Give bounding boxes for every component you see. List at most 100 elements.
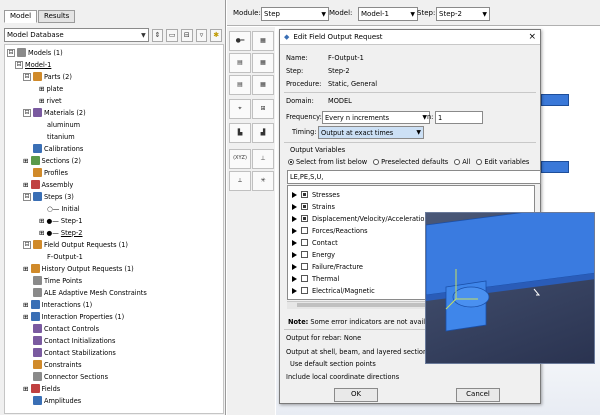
query-icon[interactable]: ✳ — [252, 171, 274, 191]
frequency-select[interactable]: Every n increments ▼ — [322, 111, 430, 124]
cancel-button[interactable]: Cancel — [456, 388, 500, 402]
collapse-icon[interactable]: ⊟ — [23, 72, 31, 81]
variable-group-row[interactable]: Stresses — [292, 189, 340, 200]
tree-node-assembly[interactable]: ⊞ Assembly — [23, 179, 73, 190]
checkbox[interactable] — [301, 191, 308, 198]
tree-node-history-output-requests[interactable]: ⊞ History Output Requests (1) — [23, 263, 134, 274]
partition-icon[interactable]: ⟂ — [229, 171, 251, 191]
tree-node-contact-stabilizations[interactable]: Contact Stabilizations — [33, 347, 116, 358]
checkbox[interactable] — [301, 227, 308, 234]
tree-node-interactions[interactable]: ⊞ Interactions (1) — [23, 299, 92, 310]
ok-button[interactable]: OK — [334, 388, 378, 402]
collapse-icon[interactable]: ⊟ — [181, 28, 193, 42]
radio-all[interactable]: All — [454, 158, 470, 166]
tree-node-models[interactable]: ⊟ Models (1) — [7, 47, 63, 58]
tree-node-titanium[interactable]: titanium — [47, 131, 75, 142]
expand-arrow-icon[interactable] — [292, 287, 297, 294]
tree-node-interaction-properties[interactable]: ⊞ Interaction Properties (1) — [23, 311, 124, 322]
collapse-icon[interactable]: ⊟ — [23, 108, 31, 117]
expand-arrow-icon[interactable] — [292, 263, 297, 270]
tab-model[interactable]: Model — [4, 10, 38, 23]
controls-icon[interactable]: ▙ — [229, 123, 251, 143]
checkbox[interactable] — [301, 263, 308, 270]
variable-group-row[interactable]: Energy — [292, 249, 335, 260]
expand-icon[interactable]: ⊞ — [39, 217, 45, 225]
tree-node-calibrations[interactable]: Calibrations — [33, 143, 83, 154]
solver-controls-icon[interactable]: ▟ — [252, 123, 274, 143]
mesh-domain-icon[interactable]: ⊞ — [252, 99, 274, 119]
variable-group-row[interactable]: Thermal — [292, 273, 339, 284]
tree-node-parts[interactable]: ⊟ Parts (2) — [23, 71, 72, 82]
collapse-icon[interactable]: ⊟ — [23, 240, 31, 249]
filter-icon[interactable]: ▿ — [195, 28, 208, 42]
expand-icon[interactable]: ⊞ — [39, 229, 45, 237]
model-selector[interactable]: Model-1 ▼ — [358, 7, 418, 21]
tree-node-sections[interactable]: ⊞ Sections (2) — [23, 155, 81, 166]
tree-node-profiles[interactable]: Profiles — [33, 167, 68, 178]
lightbulb-icon[interactable]: ✱ — [210, 28, 222, 42]
checkbox[interactable] — [301, 239, 308, 246]
tree-node-field-output-requests[interactable]: ⊟ Field Output Requests (1) — [23, 239, 128, 250]
checkbox[interactable] — [301, 287, 308, 294]
checkbox[interactable] — [301, 251, 308, 258]
expand-arrow-icon[interactable] — [292, 251, 297, 258]
variable-group-row[interactable]: Strains — [292, 201, 335, 212]
radio-preselected-defaults[interactable]: Preselected defaults — [373, 158, 448, 166]
expand-arrow-icon[interactable] — [292, 203, 297, 210]
expand-arrow-icon[interactable] — [292, 227, 297, 234]
variable-group-row[interactable]: Forces/Reactions — [292, 225, 368, 236]
tree-node-plate[interactable]: ⊞ plate — [39, 83, 63, 94]
tree-node-ale-adaptive-mesh[interactable]: ALE Adaptive Mesh Constraints — [33, 287, 147, 298]
expand-arrow-icon[interactable] — [292, 275, 297, 282]
expand-arrow-icon[interactable] — [292, 239, 297, 246]
expand-icon[interactable]: ⊞ — [23, 181, 29, 189]
collapse-icon[interactable]: ⊟ — [15, 60, 23, 69]
adaptive-mesh-icon[interactable]: ⌖ — [229, 99, 251, 119]
tree-node-fields[interactable]: ⊞ Fields — [23, 383, 60, 394]
variable-group-row[interactable]: Contact — [292, 237, 338, 248]
expand-icon[interactable]: ⇕ — [151, 28, 164, 42]
expand-icon[interactable]: ⊞ — [23, 313, 29, 321]
tree-node-time-points[interactable]: Time Points — [33, 275, 82, 286]
expand-icon[interactable]: ⊞ — [23, 265, 29, 273]
expand-arrow-icon[interactable] — [292, 191, 297, 198]
tree-node-contact-controls[interactable]: Contact Controls — [33, 323, 99, 334]
tree-node-amplitudes[interactable]: Amplitudes — [33, 395, 81, 406]
expand-icon[interactable]: ⊞ — [39, 85, 45, 93]
tree-node-step-1[interactable]: ⊞ ●— Step-1 — [39, 215, 82, 226]
variable-group-row[interactable]: Electrical/Magnetic — [292, 285, 375, 296]
collapse-icon[interactable]: ⊟ — [7, 48, 15, 57]
variables-text-field[interactable]: LE,PE,S,U, — [287, 170, 541, 184]
history-output-create-icon[interactable]: ▤ — [229, 75, 251, 95]
tree-node-f-output-1[interactable]: F-Output-1 — [47, 251, 83, 262]
history-output-manager-icon[interactable]: ▦ — [252, 75, 274, 95]
datum-csys-icon[interactable]: (XYZ) — [229, 149, 251, 169]
tab-results[interactable]: Results — [38, 10, 76, 23]
module-selector[interactable]: Step ▼ — [261, 7, 329, 21]
variable-group-row[interactable]: Failure/Fracture — [292, 261, 363, 272]
step-table-icon[interactable]: ▦ — [252, 31, 274, 51]
expand-icon[interactable]: ⊞ — [23, 385, 29, 393]
radio-select-from-list[interactable]: Select from list below — [288, 158, 367, 166]
checkbox[interactable] — [301, 215, 308, 222]
tree-node-initial[interactable]: ○— Initial — [47, 203, 80, 214]
close-icon[interactable]: × — [528, 32, 536, 42]
checkbox[interactable] — [301, 203, 308, 210]
folder-icon[interactable]: ▭ — [166, 28, 179, 42]
tree-node-model-1[interactable]: ⊟ Model-1 — [15, 59, 51, 70]
field-output-create-icon[interactable]: ▤ — [229, 53, 251, 73]
tree-node-aluminum[interactable]: aluminum — [47, 119, 80, 130]
radio-edit-variables[interactable]: Edit variables — [476, 158, 529, 166]
tree-node-contact-initializations[interactable]: Contact Initializations — [33, 335, 115, 346]
tree-node-connector-sections[interactable]: Connector Sections — [33, 371, 108, 382]
timing-select[interactable]: Output at exact times ▼ — [318, 126, 424, 139]
local-coordinates-option[interactable]: Include local coordinate directions — [286, 373, 399, 381]
expand-icon[interactable]: ⊞ — [39, 97, 45, 105]
field-output-manager-icon[interactable]: ▦ — [252, 53, 274, 73]
tree-node-constraints[interactable]: Constraints — [33, 359, 82, 370]
tree-node-steps[interactable]: ⊟ Steps (3) — [23, 191, 74, 202]
axis-triad-icon[interactable]: ⊥ — [252, 149, 274, 169]
expand-arrow-icon[interactable] — [292, 215, 297, 222]
tree-node-materials[interactable]: ⊟ Materials (2) — [23, 107, 86, 118]
step-selector[interactable]: Step-2 ▼ — [436, 7, 490, 21]
